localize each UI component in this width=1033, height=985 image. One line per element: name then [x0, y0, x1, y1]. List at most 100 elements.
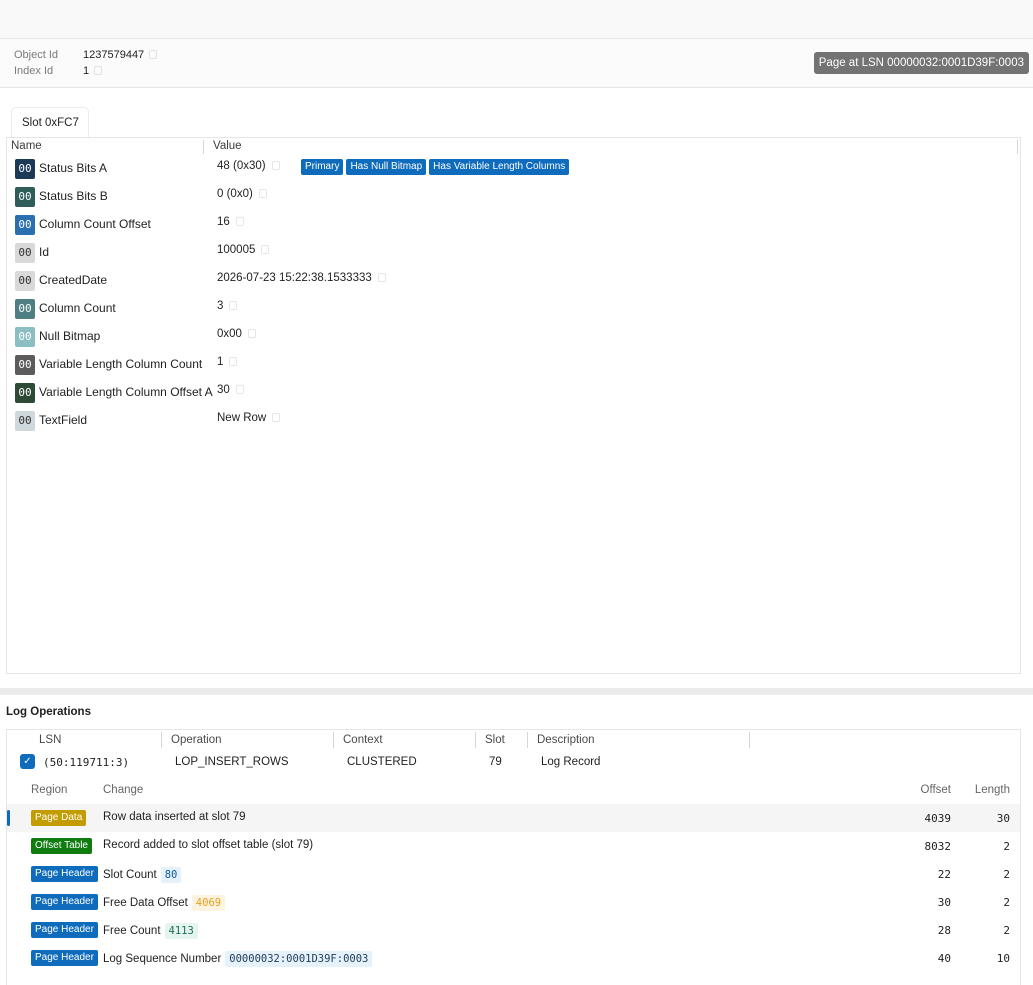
operation-slot[interactable]: 79 [489, 756, 502, 768]
copy-icon[interactable] [272, 413, 281, 422]
column-resize-handle[interactable] [749, 732, 750, 748]
column-header-context[interactable]: Context [343, 734, 383, 746]
column-header-operation[interactable]: Operation [171, 734, 222, 746]
column-resize-handle[interactable] [161, 732, 162, 748]
region-offset: 4039 [924, 812, 952, 825]
column-header-slot[interactable]: Slot [485, 734, 505, 746]
field-type-chip: 00 [15, 383, 35, 403]
field-row[interactable]: 00 Column Count 3 [7, 295, 1020, 323]
region-change-text: Slot Count [103, 869, 157, 881]
region-row[interactable]: Page Header Free Count 4113 28 2 [7, 916, 1020, 944]
log-operations-title: Log Operations [6, 706, 91, 718]
column-header-description[interactable]: Description [537, 734, 595, 746]
field-row[interactable]: 00 TextField New Row [7, 407, 1020, 435]
page-lsn-badge[interactable]: Page at LSN 00000032:0001D39F:0003 [813, 52, 1029, 74]
field-value: 0x00 [217, 328, 256, 340]
region-change-text: Row data inserted at slot 79 [103, 811, 246, 823]
field-name: Id [39, 245, 50, 259]
top-toolbar [0, 0, 1033, 39]
field-value-text: New Row [217, 412, 267, 424]
tab-slot[interactable]: Slot 0xFC7 [11, 107, 89, 137]
field-name: CreatedDate [39, 273, 108, 287]
field-name: Column Count Offset [39, 217, 151, 231]
column-header-value[interactable]: Value [213, 140, 242, 152]
copy-icon[interactable] [149, 50, 158, 59]
column-header-region[interactable]: Region [31, 784, 67, 796]
field-row[interactable]: 00 Null Bitmap 0x00 [7, 323, 1020, 351]
field-value: 3 [217, 300, 238, 312]
region-change-text: Free Data Offset [103, 897, 188, 909]
column-header-lsn[interactable]: LSN [39, 734, 61, 746]
operation-context[interactable]: CLUSTERED [347, 756, 417, 768]
copy-icon[interactable] [94, 66, 103, 75]
field-value-text: 1 [217, 356, 224, 368]
index-id-label: Index Id [14, 65, 54, 77]
region-row[interactable]: Page Data Row data inserted at slot 79 403… [7, 804, 1020, 832]
log-operations-grid: LSN Operation Context Slot Description ✓… [6, 729, 1021, 985]
region-row[interactable]: Page Header Slot Count 80 22 2 [7, 860, 1020, 888]
column-resize-handle[interactable] [475, 732, 476, 748]
copy-icon[interactable] [235, 385, 244, 394]
copy-icon[interactable] [229, 357, 238, 366]
copy-icon[interactable] [258, 189, 267, 198]
field-name: Column Count [39, 301, 116, 315]
field-value: 30 [217, 384, 244, 396]
field-row[interactable]: 00 Status Bits A 48 (0x30) Primary Has Null … [7, 155, 1020, 183]
field-type-chip: 00 [15, 299, 35, 319]
field-value-text: 2026-07-23 15:22:38.1533333 [217, 272, 372, 284]
operation-lsn[interactable]: (50:119711:3) [43, 756, 129, 769]
column-resize-handle[interactable] [527, 732, 528, 748]
region-row[interactable]: Offset Table Record added to slot offset … [7, 832, 1020, 860]
field-row[interactable]: 00 Variable Length Column Offset A 30 [7, 379, 1020, 407]
field-type-chip: 00 [15, 327, 35, 347]
column-resize-handle[interactable] [203, 140, 204, 154]
column-resize-handle[interactable] [333, 732, 334, 748]
region-change-text: Record added to slot offset table (slot … [103, 839, 314, 851]
copy-icon[interactable] [377, 273, 386, 282]
field-name: Status Bits A [39, 161, 108, 175]
region-value-chip: 80 [160, 867, 182, 883]
object-info-bar: Object Id 1237579447 Index Id 1 Page at … [0, 39, 1033, 88]
field-row[interactable]: 00 CreatedDate 2026-07-23 15:22:38.1533333 [7, 267, 1020, 295]
region-offset: 28 [937, 924, 951, 937]
field-value: New Row [217, 412, 281, 424]
field-row[interactable]: 00 Status Bits B 0 (0x0) [7, 183, 1020, 211]
region-value-chip: 4069 [191, 895, 226, 911]
operation-name[interactable]: LOP_INSERT_ROWS [175, 756, 289, 768]
region-change: Free Count 4113 [103, 923, 198, 939]
region-badge: Page Data [31, 810, 87, 826]
region-change: Free Data Offset 4069 [103, 895, 226, 911]
copy-icon[interactable] [229, 301, 238, 310]
field-value-text: 0x00 [217, 328, 242, 340]
field-row[interactable]: 00 Column Count Offset 16 [7, 211, 1020, 239]
column-header-offset[interactable]: Offset [921, 784, 951, 796]
region-value-chip: 4113 [164, 923, 198, 939]
copy-icon[interactable] [261, 245, 270, 254]
field-row[interactable]: 00 Id 100005 [7, 239, 1020, 267]
field-value: 2026-07-23 15:22:38.1533333 [217, 272, 386, 284]
copy-icon[interactable] [271, 161, 280, 170]
region-row[interactable]: Page Header Log Sequence Number 00000032:0… [7, 944, 1020, 972]
copy-icon[interactable] [235, 217, 244, 226]
column-resize-handle[interactable] [1017, 140, 1018, 154]
field-value-text: 16 [217, 216, 230, 228]
region-length: 2 [1003, 840, 1010, 853]
copy-icon[interactable] [247, 329, 256, 338]
column-header-name[interactable]: Name [11, 140, 42, 152]
region-badge: Offset Table [31, 838, 92, 854]
field-value-text: 100005 [217, 244, 256, 256]
column-header-length[interactable]: Length [975, 784, 1010, 796]
region-offset: 22 [937, 868, 951, 881]
field-value: 16 [217, 216, 244, 228]
operation-description[interactable]: Log Record [541, 756, 600, 768]
field-type-chip: 00 [15, 159, 35, 179]
panel-splitter[interactable] [0, 688, 1033, 695]
region-change: Slot Count 80 [103, 867, 182, 883]
object-id-value: 1237579447 [83, 49, 158, 61]
field-value: 100005 [217, 244, 270, 256]
column-header-change[interactable]: Change [103, 784, 143, 796]
region-row[interactable]: Page Header Free Data Offset 4069 30 2 [7, 888, 1020, 916]
region-badge: Page Header [31, 866, 98, 882]
field-row[interactable]: 00 Variable Length Column Count 1 [7, 351, 1020, 379]
operation-select-checkbox[interactable]: ✓ [20, 754, 35, 769]
